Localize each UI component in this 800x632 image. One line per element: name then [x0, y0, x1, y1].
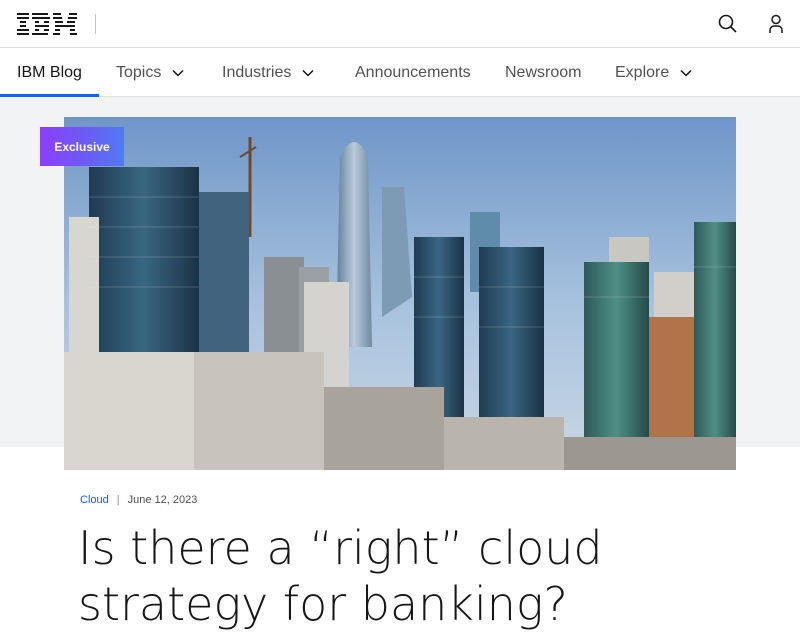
- chevron-down-icon: [680, 69, 692, 77]
- nav-item-label: Topics: [116, 63, 162, 81]
- nav-item-newsroom[interactable]: Newsroom: [505, 48, 581, 97]
- ibm-logo[interactable]: [17, 13, 77, 35]
- nav-item-label: Industries: [222, 63, 292, 81]
- nav-item-industries[interactable]: Industries: [222, 48, 315, 97]
- nav-item-label: IBM Blog: [17, 63, 82, 81]
- nav-item-ibm-blog[interactable]: IBM Blog: [17, 48, 82, 97]
- blog-nav: IBM Blog Topics Industries Announcements…: [0, 48, 800, 97]
- masthead: [0, 0, 800, 48]
- nav-item-announcements[interactable]: Announcements: [355, 48, 471, 97]
- exclusive-badge: Exclusive: [40, 127, 124, 166]
- nav-item-label: Explore: [615, 63, 670, 81]
- search-icon[interactable]: [716, 12, 740, 36]
- chevron-down-icon: [302, 69, 314, 77]
- nav-item-label: Newsroom: [505, 63, 582, 81]
- chevron-down-icon: [172, 69, 184, 77]
- nav-item-topics[interactable]: Topics: [116, 48, 185, 97]
- nav-item-explore[interactable]: Explore: [615, 48, 693, 97]
- hero-image: [64, 117, 736, 470]
- article-title: Is there a “right” cloud strategy for ba…: [78, 521, 603, 631]
- nav-item-label: Announcements: [355, 63, 471, 81]
- publish-date: June 12, 2023: [127, 494, 198, 506]
- article-meta: Cloud | June 12, 2023: [80, 494, 197, 506]
- logo-divider: [95, 14, 96, 34]
- category-link[interactable]: Cloud: [80, 494, 109, 506]
- user-icon[interactable]: [764, 12, 788, 36]
- meta-separator: |: [116, 494, 120, 506]
